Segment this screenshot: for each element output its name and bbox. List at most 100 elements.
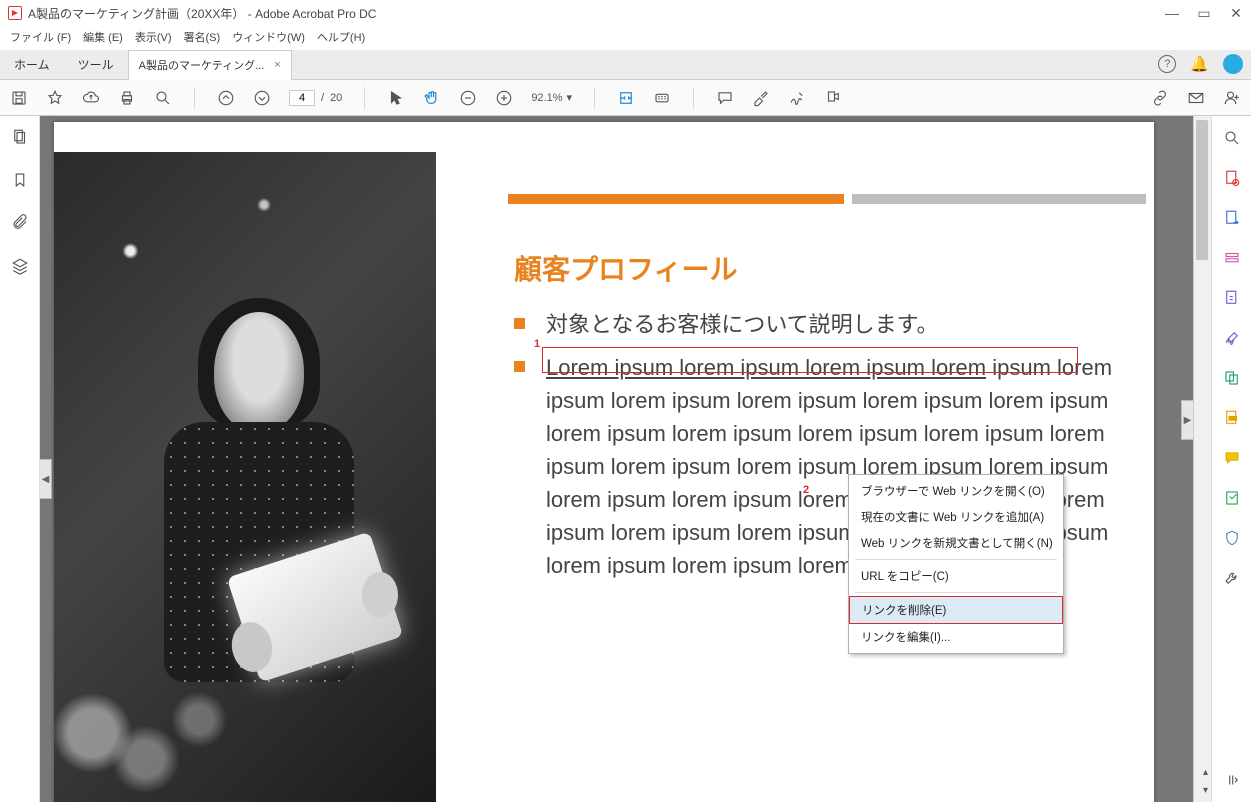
add-person-icon[interactable] <box>1223 89 1241 107</box>
title-bar: A製品のマーケティング計画（20XX年） - Adobe Acrobat Pro… <box>0 0 1251 26</box>
stamp-icon[interactable] <box>824 89 842 107</box>
mail-icon[interactable] <box>1187 89 1205 107</box>
ctx-open-new-doc[interactable]: Web リンクを新規文書として開く(N) <box>849 530 1063 556</box>
annotation-number-2: 2 <box>803 484 809 496</box>
bullet-1: 対象となるお客様について説明します。 <box>514 308 1134 341</box>
page-photo <box>54 152 436 802</box>
menu-help[interactable]: ヘルプ(H) <box>313 28 369 46</box>
ctx-edit-link[interactable]: リンクを編集(I)... <box>849 624 1063 650</box>
bookmark-icon[interactable] <box>11 171 29 192</box>
context-menu: ブラウザーで Web リンクを開く(O) 現在の文書に Web リンクを追加(A… <box>848 474 1064 654</box>
accent-bar-orange <box>508 194 844 204</box>
minimize-button[interactable]: — <box>1165 5 1179 22</box>
tab-tools[interactable]: ツール <box>64 50 128 79</box>
tab-home[interactable]: ホーム <box>0 50 64 79</box>
page-up-icon[interactable] <box>217 89 235 107</box>
menu-edit[interactable]: 編集 (E) <box>79 28 127 46</box>
attachment-icon[interactable] <box>11 214 29 235</box>
thumbnails-icon[interactable] <box>11 128 29 149</box>
cloud-upload-icon[interactable] <box>82 89 100 107</box>
print-icon[interactable] <box>118 89 136 107</box>
zoom-value: 92.1% <box>531 92 562 104</box>
comment-tool-icon[interactable] <box>1222 448 1242 468</box>
export-pdf-icon[interactable] <box>1222 208 1242 228</box>
edit-pdf-icon[interactable] <box>1222 248 1242 268</box>
pdf-icon <box>8 6 22 20</box>
toolbar: / 20 92.1% ▾ <box>0 80 1251 116</box>
window-title: A製品のマーケティング計画（20XX年） - Adobe Acrobat Pro… <box>28 5 1165 22</box>
vertical-scrollbar[interactable]: ▴ ▾ <box>1193 116 1211 802</box>
workspace: ◀ 顧客プロフィール 対象となるお客様について説明します。 Lorem ipsu… <box>0 116 1251 802</box>
separator <box>364 87 365 109</box>
optimize-icon[interactable] <box>1222 488 1242 508</box>
right-rail <box>1211 116 1251 802</box>
layers-icon[interactable] <box>11 257 29 278</box>
page-total: 20 <box>330 92 342 104</box>
read-mode-icon[interactable] <box>653 89 671 107</box>
zoom-in-icon[interactable] <box>495 89 513 107</box>
close-button[interactable]: ✕ <box>1229 5 1243 22</box>
document-area[interactable]: ◀ 顧客プロフィール 対象となるお客様について説明します。 Lorem ipsu… <box>40 116 1193 802</box>
tab-strip: ホーム ツール A製品のマーケティング... × ? 🔔 <box>0 50 1251 80</box>
separator <box>194 87 195 109</box>
tab-document[interactable]: A製品のマーケティング... × <box>128 50 292 80</box>
accent-bar-grey <box>852 194 1146 204</box>
redact-icon[interactable] <box>1222 408 1242 428</box>
maximize-button[interactable]: ▭ <box>1197 5 1211 22</box>
ctx-copy-url[interactable]: URL をコピー(C) <box>849 563 1063 589</box>
more-tools-icon[interactable] <box>1222 568 1242 588</box>
ctx-open-browser[interactable]: ブラウザーで Web リンクを開く(O) <box>849 478 1063 504</box>
separator <box>594 87 595 109</box>
menu-bar: ファイル (F) 編集 (E) 表示(V) 署名(S) ウィンドウ(W) ヘルプ… <box>0 26 1251 50</box>
zoom-out-icon[interactable] <box>459 89 477 107</box>
save-icon[interactable] <box>10 89 28 107</box>
menu-file[interactable]: ファイル (F) <box>6 28 75 46</box>
ctx-add-link[interactable]: 現在の文書に Web リンクを追加(A) <box>849 504 1063 530</box>
bell-icon[interactable]: 🔔 <box>1190 55 1209 73</box>
avatar[interactable] <box>1223 54 1243 74</box>
page-down-icon[interactable] <box>253 89 271 107</box>
protect-icon[interactable] <box>1222 528 1242 548</box>
page-current-input[interactable] <box>289 90 315 106</box>
ctx-delete-link[interactable]: リンクを削除(E) <box>849 596 1063 624</box>
fit-width-icon[interactable] <box>617 89 635 107</box>
tab-document-label: A製品のマーケティング... <box>139 57 265 73</box>
annotation-number-1: 1 <box>534 338 540 350</box>
ctx-separator <box>855 559 1057 560</box>
tab-close-icon[interactable]: × <box>274 59 280 71</box>
expand-panel-icon[interactable] <box>1222 770 1242 790</box>
pdf-page: 顧客プロフィール 対象となるお客様について説明します。 Lorem ipsum … <box>54 122 1154 802</box>
help-icon[interactable]: ? <box>1158 55 1176 73</box>
link-share-icon[interactable] <box>1151 89 1169 107</box>
highlight-icon[interactable] <box>752 89 770 107</box>
search-tool-icon[interactable] <box>1222 128 1242 148</box>
search-icon[interactable] <box>154 89 172 107</box>
scroll-down-arrow[interactable]: ▾ <box>1203 785 1208 796</box>
comment-icon[interactable] <box>716 89 734 107</box>
window-controls: — ▭ ✕ <box>1165 5 1243 22</box>
sign-tool-icon[interactable] <box>1222 328 1242 348</box>
hyperlink-text[interactable]: Lorem ipsum lorem ipsum lorem ipsum lore… <box>546 355 986 380</box>
scrollbar-thumb[interactable] <box>1196 120 1208 260</box>
page-sep: / <box>321 92 324 104</box>
menu-view[interactable]: 表示(V) <box>131 28 176 46</box>
star-icon[interactable] <box>46 89 64 107</box>
hand-icon[interactable] <box>423 89 441 107</box>
scroll-up-arrow[interactable]: ▴ <box>1203 767 1208 778</box>
right-panel-handle[interactable]: ▶ <box>1181 400 1193 440</box>
page-indicator: / 20 <box>289 90 342 106</box>
menu-sign[interactable]: 署名(S) <box>180 28 225 46</box>
zoom-caret-icon: ▾ <box>567 91 573 104</box>
combine-icon[interactable] <box>1222 368 1242 388</box>
page-heading: 顧客プロフィール <box>514 248 737 288</box>
organize-icon[interactable] <box>1222 288 1242 308</box>
zoom-level[interactable]: 92.1% ▾ <box>531 91 572 104</box>
ctx-separator <box>855 592 1057 593</box>
menu-window[interactable]: ウィンドウ(W) <box>228 28 309 46</box>
left-panel-handle[interactable]: ◀ <box>40 459 52 499</box>
sign-icon[interactable] <box>788 89 806 107</box>
create-pdf-icon[interactable] <box>1222 168 1242 188</box>
separator <box>693 87 694 109</box>
left-rail <box>0 116 40 802</box>
pointer-icon[interactable] <box>387 89 405 107</box>
